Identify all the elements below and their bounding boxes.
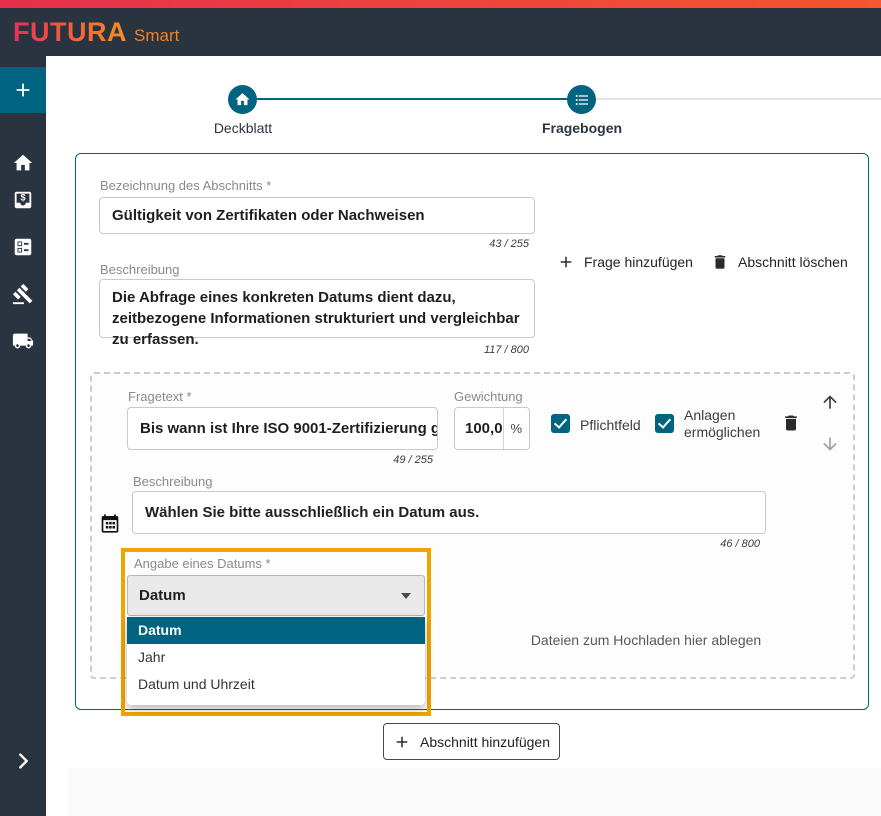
step-fragebogen-circle[interactable] xyxy=(567,85,596,114)
plus-icon xyxy=(557,253,575,271)
move-question-up-icon[interactable] xyxy=(820,392,840,412)
weight-input-group: 100,0 % xyxy=(454,407,530,450)
calendar-icon xyxy=(100,513,120,534)
step-fragebogen-label[interactable]: Fragebogen xyxy=(522,120,642,136)
weight-input[interactable]: 100,0 xyxy=(455,408,503,449)
svg-text:$: $ xyxy=(20,192,25,202)
dropdown-option-jahr[interactable]: Jahr xyxy=(127,644,425,671)
delete-section-button[interactable]: Abschnitt löschen xyxy=(711,249,848,275)
file-dropzone[interactable]: Dateien zum Hochladen hier ablegen xyxy=(470,632,822,648)
section-name-counter: 43 / 255 xyxy=(99,238,529,250)
checklist-icon[interactable] xyxy=(12,236,34,258)
add-question-label: Frage hinzufügen xyxy=(584,254,693,270)
trash-icon xyxy=(711,253,729,271)
stepper-connector-inactive xyxy=(596,98,881,100)
plus-icon xyxy=(12,79,34,101)
sidebar-expand-icon[interactable] xyxy=(12,750,34,772)
date-select-label: Angabe eines Datums * xyxy=(134,556,271,571)
dropdown-option-datum[interactable]: Datum xyxy=(127,617,425,644)
add-section-label: Abschnitt hinzufügen xyxy=(420,734,550,750)
add-question-button[interactable]: Frage hinzufügen xyxy=(557,249,693,275)
question-block: Fragetext * Bis wann ist Ihre ISO 9001-Z… xyxy=(90,372,855,679)
home-icon xyxy=(234,91,251,108)
app-root: FUTURA Smart $ xyxy=(0,0,881,816)
delete-section-label: Abschnitt löschen xyxy=(738,254,848,270)
add-section-button[interactable]: Abschnitt hinzufügen xyxy=(383,723,560,760)
delete-question-icon[interactable] xyxy=(781,412,801,434)
question-text-counter: 49 / 255 xyxy=(127,454,433,466)
truck-icon[interactable] xyxy=(12,330,34,352)
question-text-label: Fragetext * xyxy=(128,389,192,404)
app-header: FUTURA Smart xyxy=(0,8,881,56)
inbox-dollar-icon[interactable]: $ xyxy=(12,189,34,211)
question-description-input[interactable]: Wählen Sie bitte ausschließlich ein Datu… xyxy=(132,491,766,534)
gavel-icon[interactable] xyxy=(12,283,34,305)
attachments-checkbox[interactable] xyxy=(655,414,674,433)
required-checkbox[interactable] xyxy=(551,414,570,433)
brand-logo-suffix: Smart xyxy=(134,19,179,46)
required-checkbox-label[interactable]: Pflichtfeld xyxy=(580,417,641,433)
step-deckblatt-label[interactable]: Deckblatt xyxy=(183,120,303,136)
move-question-down-icon[interactable] xyxy=(820,434,840,454)
step-deckblatt-circle[interactable] xyxy=(228,85,257,114)
brand-accent-strip xyxy=(0,0,881,8)
date-type-dropdown-menu: Datum Jahr Datum und Uhrzeit xyxy=(127,617,425,705)
dropdown-option-datum-uhrzeit[interactable]: Datum und Uhrzeit xyxy=(127,671,425,698)
date-type-select-value: Datum xyxy=(128,587,401,604)
highlight-annotation-box: Angabe eines Datums * Datum Datum Jahr D… xyxy=(121,548,431,716)
section-description-label: Beschreibung xyxy=(100,262,180,277)
weight-label: Gewichtung xyxy=(454,389,523,404)
brand-logo: FUTURA xyxy=(13,17,127,48)
home-icon[interactable] xyxy=(12,152,34,174)
section-description-input[interactable]: Die Abfrage eines konkreten Datums dient… xyxy=(99,279,535,338)
sidebar: $ xyxy=(0,56,46,816)
chevron-down-icon xyxy=(401,593,411,599)
section-description-counter: 117 / 800 xyxy=(99,344,529,356)
weight-unit: % xyxy=(504,408,529,449)
section-name-label: Bezeichnung des Abschnitts * xyxy=(100,178,271,193)
stepper-connector-active xyxy=(243,98,582,100)
attachments-checkbox-label[interactable]: Anlagen ermöglichen xyxy=(684,407,778,441)
question-text-input[interactable]: Bis wann ist Ihre ISO 9001-Zertifizierun… xyxy=(127,407,438,450)
section-card: Bezeichnung des Abschnitts * Gültigkeit … xyxy=(75,153,869,710)
date-type-select[interactable]: Datum xyxy=(127,575,425,616)
list-icon xyxy=(574,92,590,108)
section-name-input[interactable]: Gültigkeit von Zertifikaten oder Nachwei… xyxy=(99,197,535,234)
question-description-label: Beschreibung xyxy=(133,474,213,489)
sidebar-add-button[interactable] xyxy=(0,67,46,113)
plus-icon xyxy=(393,733,411,751)
next-section-panel xyxy=(68,768,881,816)
